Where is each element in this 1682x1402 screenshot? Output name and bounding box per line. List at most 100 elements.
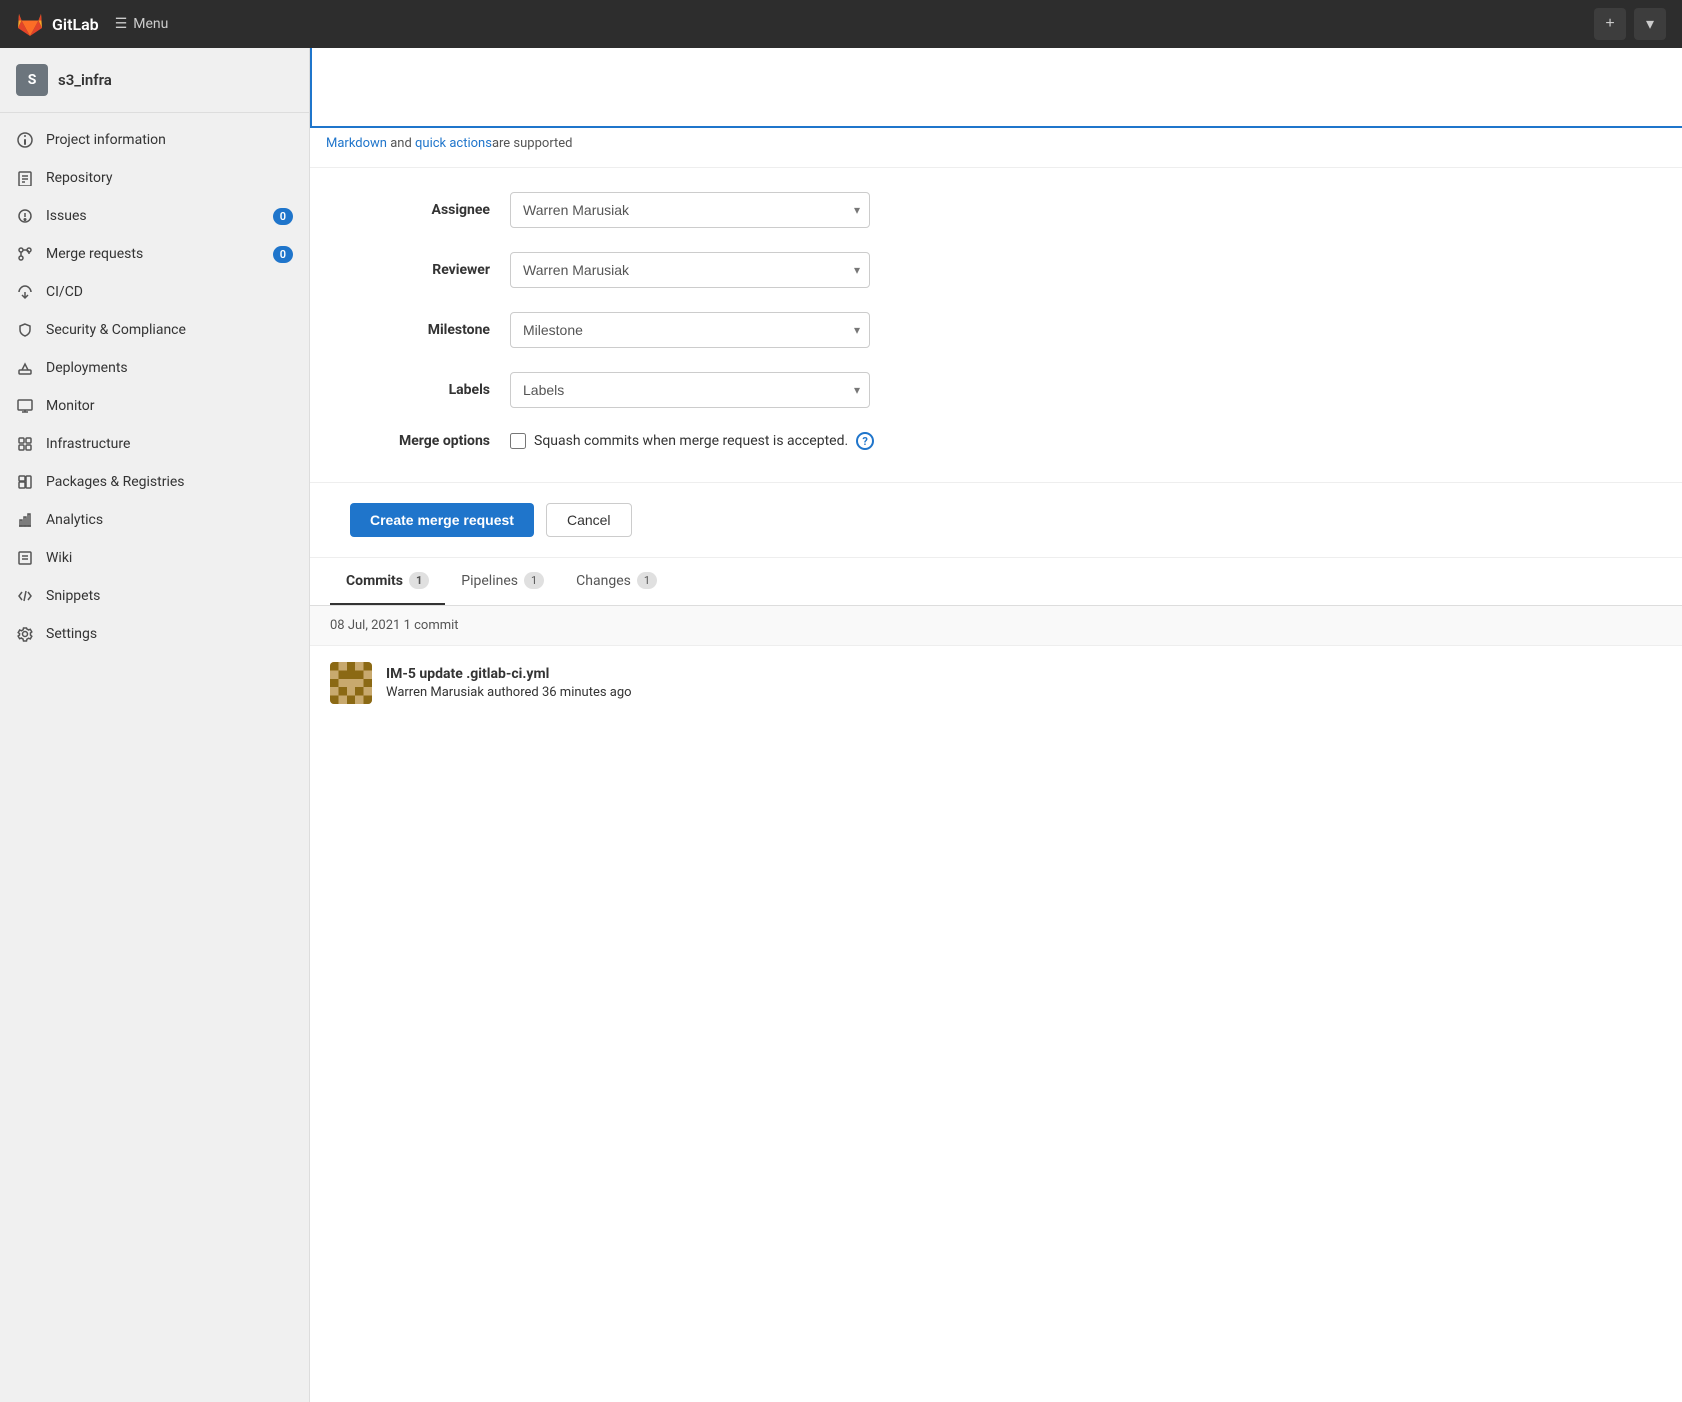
merge-requests-icon	[16, 245, 34, 263]
sidebar-label-issues: Issues	[46, 208, 261, 224]
hamburger-icon: ☰	[115, 16, 128, 32]
sidebar-item-analytics[interactable]: Analytics	[0, 501, 309, 539]
milestone-row: Milestone Milestone ▾	[350, 312, 1642, 348]
analytics-icon	[16, 511, 34, 529]
markdown-link[interactable]: Markdown	[326, 136, 387, 151]
squash-commits-text: Squash commits when merge request is acc…	[534, 433, 848, 449]
repository-icon	[16, 169, 34, 187]
chevron-down-icon: ▾	[1646, 14, 1654, 34]
labels-select[interactable]: Labels	[510, 372, 870, 408]
gitlab-brand-text: GitLab	[52, 15, 99, 34]
monitor-icon	[16, 397, 34, 415]
avatar-pattern-svg	[330, 662, 372, 704]
merge-options-label: Merge options	[350, 433, 490, 449]
gitlab-logo[interactable]: GitLab	[16, 10, 99, 38]
assignee-label: Assignee	[350, 202, 490, 218]
topnav-right: + ▾	[1594, 8, 1666, 40]
sidebar-item-snippets[interactable]: Snippets	[0, 577, 309, 615]
tab-commits[interactable]: Commits 1	[330, 558, 445, 605]
sidebar-item-merge-requests[interactable]: Merge requests 0	[0, 235, 309, 273]
description-textarea-area[interactable]	[310, 48, 1682, 128]
issues-badge: 0	[273, 208, 293, 225]
tabs-list: Commits 1 Pipelines 1 Changes 1	[330, 558, 1662, 605]
labels-row: Labels Labels ▾	[350, 372, 1642, 408]
project-initial: S	[28, 72, 37, 88]
commit-item: IM-5 update .gitlab-ci.yml Warren Marusi…	[310, 646, 1682, 720]
commit-author-name: Warren Marusiak	[386, 685, 484, 700]
tabs-section: Commits 1 Pipelines 1 Changes 1	[310, 558, 1682, 606]
labels-select-wrapper: Labels ▾	[510, 372, 870, 408]
commit-title: IM-5 update .gitlab-ci.yml	[386, 666, 1662, 682]
sidebar-label-settings: Settings	[46, 626, 293, 642]
help-icon[interactable]: ?	[856, 432, 874, 450]
sidebar-label-analytics: Analytics	[46, 512, 293, 528]
sidebar-item-repository[interactable]: Repository	[0, 159, 309, 197]
sidebar-item-security-compliance[interactable]: Security & Compliance	[0, 311, 309, 349]
sidebar-item-monitor[interactable]: Monitor	[0, 387, 309, 425]
merge-request-form: Assignee Warren Marusiak ▾ Reviewer Warr…	[310, 168, 1682, 483]
shield-icon	[16, 321, 34, 339]
dropdown-button[interactable]: ▾	[1634, 8, 1666, 40]
sidebar-label-security-compliance: Security & Compliance	[46, 322, 293, 338]
sidebar-item-cicd[interactable]: CI/CD	[0, 273, 309, 311]
cancel-button[interactable]: Cancel	[546, 503, 632, 537]
packages-icon	[16, 473, 34, 491]
quick-actions-link[interactable]: quick actions	[415, 136, 492, 151]
commit-author-avatar	[330, 662, 372, 704]
plus-icon: +	[1605, 15, 1614, 33]
sidebar-label-monitor: Monitor	[46, 398, 293, 414]
commit-time: 36 minutes ago	[542, 685, 632, 700]
commit-info: IM-5 update .gitlab-ci.yml Warren Marusi…	[386, 666, 1662, 700]
form-actions: Create merge request Cancel	[310, 483, 1682, 558]
description-support-text: Markdown and quick actionsare supported	[310, 128, 1682, 168]
sidebar-item-issues[interactable]: Issues 0	[0, 197, 309, 235]
cicd-icon	[16, 283, 34, 301]
sidebar-label-cicd: CI/CD	[46, 284, 293, 300]
sidebar-item-deployments[interactable]: Deployments	[0, 349, 309, 387]
description-and: and	[387, 136, 415, 151]
sidebar-label-repository: Repository	[46, 170, 293, 186]
topnav: GitLab ☰ Menu + ▾	[0, 0, 1682, 48]
create-merge-request-button[interactable]: Create merge request	[350, 503, 534, 537]
menu-button[interactable]: ☰ Menu	[115, 16, 169, 32]
reviewer-select[interactable]: Warren Marusiak	[510, 252, 870, 288]
commits-date-header: 08 Jul, 2021 1 commit	[310, 606, 1682, 646]
project-header: S s3_infra	[0, 48, 309, 113]
sidebar-item-packages-registries[interactable]: Packages & Registries	[0, 463, 309, 501]
infrastructure-icon	[16, 435, 34, 453]
sidebar-item-infrastructure[interactable]: Infrastructure	[0, 425, 309, 463]
sidebar-label-merge-requests: Merge requests	[46, 246, 261, 262]
sidebar-label-deployments: Deployments	[46, 360, 293, 376]
main-layout: S s3_infra Project information Repositor…	[0, 48, 1682, 1402]
gear-icon	[16, 625, 34, 643]
sidebar-item-wiki[interactable]: Wiki	[0, 539, 309, 577]
gitlab-logo-icon	[16, 10, 44, 38]
sidebar-item-settings[interactable]: Settings	[0, 615, 309, 653]
project-name: s3_infra	[58, 71, 112, 89]
description-suffix: are supported	[492, 136, 573, 151]
reviewer-row: Reviewer Warren Marusiak ▾	[350, 252, 1642, 288]
milestone-select-wrapper: Milestone ▾	[510, 312, 870, 348]
sidebar-label-snippets: Snippets	[46, 588, 293, 604]
tab-changes-label: Changes	[576, 573, 631, 589]
milestone-select[interactable]: Milestone	[510, 312, 870, 348]
tab-pipelines[interactable]: Pipelines 1	[445, 558, 560, 605]
commits-section: 08 Jul, 2021 1 commit	[310, 606, 1682, 720]
reviewer-label: Reviewer	[350, 262, 490, 278]
sidebar-label-wiki: Wiki	[46, 550, 293, 566]
menu-label: Menu	[133, 16, 168, 32]
reviewer-select-wrapper: Warren Marusiak ▾	[510, 252, 870, 288]
new-item-button[interactable]: +	[1594, 8, 1626, 40]
sidebar-item-project-information[interactable]: Project information	[0, 121, 309, 159]
tab-changes-badge: 1	[637, 572, 657, 589]
deployments-icon	[16, 359, 34, 377]
merge-options-row: Merge options Squash commits when merge …	[350, 432, 1642, 450]
merge-options-content: Squash commits when merge request is acc…	[510, 432, 874, 450]
tab-pipelines-badge: 1	[524, 572, 544, 589]
milestone-label: Milestone	[350, 322, 490, 338]
assignee-select[interactable]: Warren Marusiak	[510, 192, 870, 228]
tab-changes[interactable]: Changes 1	[560, 558, 673, 605]
commit-authored-text: authored	[487, 685, 542, 700]
squash-commits-checkbox[interactable]	[510, 433, 526, 449]
main-content: Markdown and quick actionsare supported …	[310, 48, 1682, 1402]
